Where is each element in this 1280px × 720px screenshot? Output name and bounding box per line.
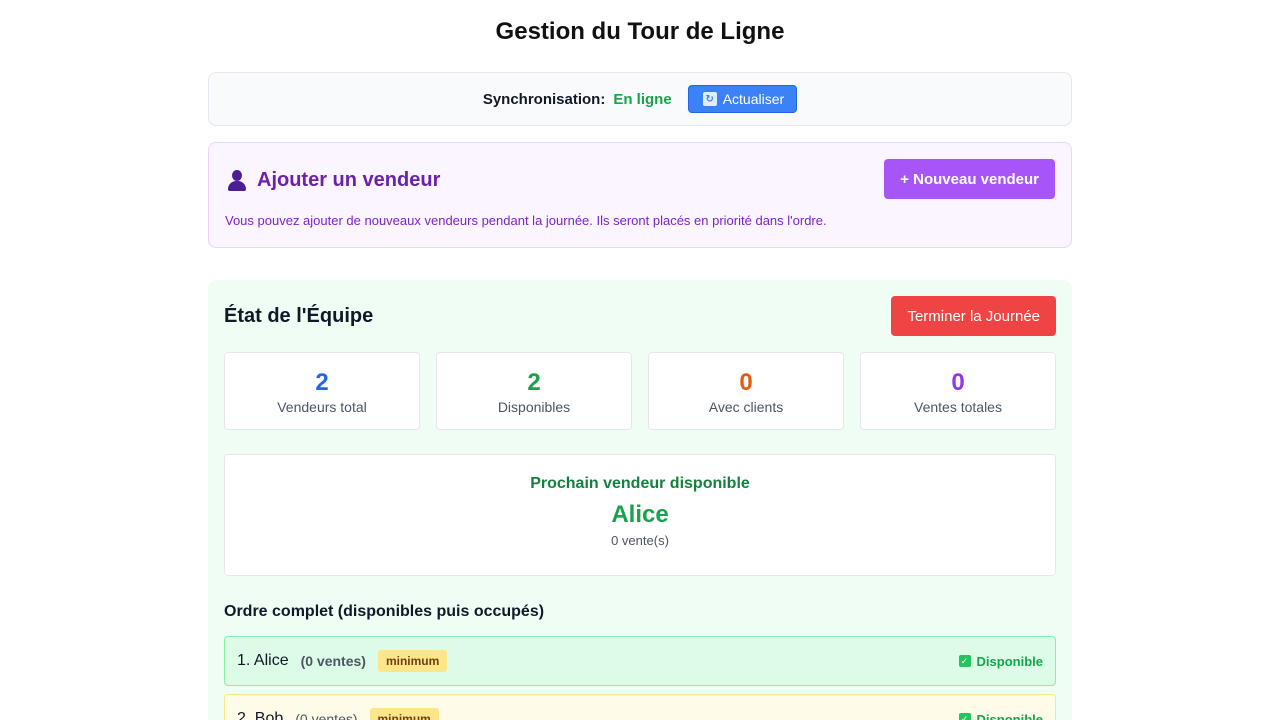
seller-name: 1. Alice <box>237 652 289 669</box>
add-seller-title: Ajouter un vendeur <box>257 169 441 191</box>
stat-value: 2 <box>315 369 329 396</box>
next-seller-card: Prochain vendeur disponible Alice 0 vent… <box>224 454 1056 576</box>
new-seller-button[interactable]: + Nouveau vendeur <box>884 159 1055 199</box>
end-day-button[interactable]: Terminer la Journée <box>891 296 1056 336</box>
stat-label: Ventes totales <box>914 399 1002 415</box>
team-title: État de l'Équipe <box>224 305 374 327</box>
person-icon <box>227 169 247 192</box>
stat-card-with-clients: 0 Avec clients <box>648 352 844 430</box>
seller-name: 2. Bob <box>237 710 284 720</box>
add-seller-panel: Ajouter un vendeur + Nouveau vendeur Vou… <box>208 142 1072 248</box>
team-panel: État de l'Équipe Terminer la Journée 2 V… <box>208 280 1072 720</box>
seller-sales: (0 ventes) <box>295 711 358 720</box>
minimum-badge: minimum <box>377 650 448 672</box>
minimum-badge: minimum <box>369 708 439 720</box>
refresh-button[interactable]: ↻ Actualiser <box>687 85 798 113</box>
seller-row[interactable]: 1. Alice (0 ventes) minimum ✓ Disponible <box>224 636 1056 686</box>
seller-sales: (0 ventes) <box>300 653 366 669</box>
sync-label: Synchronisation: <box>482 90 606 108</box>
stat-value: 0 <box>951 369 965 396</box>
seller-row[interactable]: 2. Bob (0 ventes) minimum ✓ Disponible <box>224 694 1056 720</box>
next-seller-name: Alice <box>611 501 669 528</box>
stat-value: 2 <box>527 369 541 396</box>
seller-status-label: Disponible <box>976 653 1043 669</box>
stat-card-total-sales: 0 Ventes totales <box>860 352 1056 430</box>
stat-card-total-sellers: 2 Vendeurs total <box>224 352 420 430</box>
next-seller-title: Prochain vendeur disponible <box>530 475 750 492</box>
sync-bar: Synchronisation: En ligne ↻ Actualiser <box>208 72 1072 126</box>
page-title: Gestion du Tour de Ligne <box>495 18 785 45</box>
add-seller-heading: Ajouter un vendeur <box>227 169 440 192</box>
seller-status: ✓ Disponible <box>958 653 1043 669</box>
sync-status: En ligne <box>613 90 672 108</box>
refresh-icon: ↻ <box>702 92 717 106</box>
order-title: Ordre complet (disponibles puis occupés) <box>224 603 545 620</box>
check-icon: ✓ <box>958 655 971 667</box>
stat-label: Vendeurs total <box>277 399 367 415</box>
stat-value: 0 <box>739 369 753 396</box>
seller-status: ✓ Disponible <box>958 711 1043 720</box>
check-icon: ✓ <box>958 713 971 720</box>
seller-status-label: Disponible <box>976 711 1043 720</box>
next-seller-sales: 0 vente(s) <box>611 533 669 548</box>
stat-card-available: 2 Disponibles <box>436 352 632 430</box>
stat-label: Avec clients <box>708 399 784 415</box>
stat-label: Disponibles <box>497 399 571 415</box>
refresh-button-label: Actualiser <box>722 91 785 107</box>
add-seller-description: Vous pouvez ajouter de nouveaux vendeurs… <box>225 213 827 228</box>
